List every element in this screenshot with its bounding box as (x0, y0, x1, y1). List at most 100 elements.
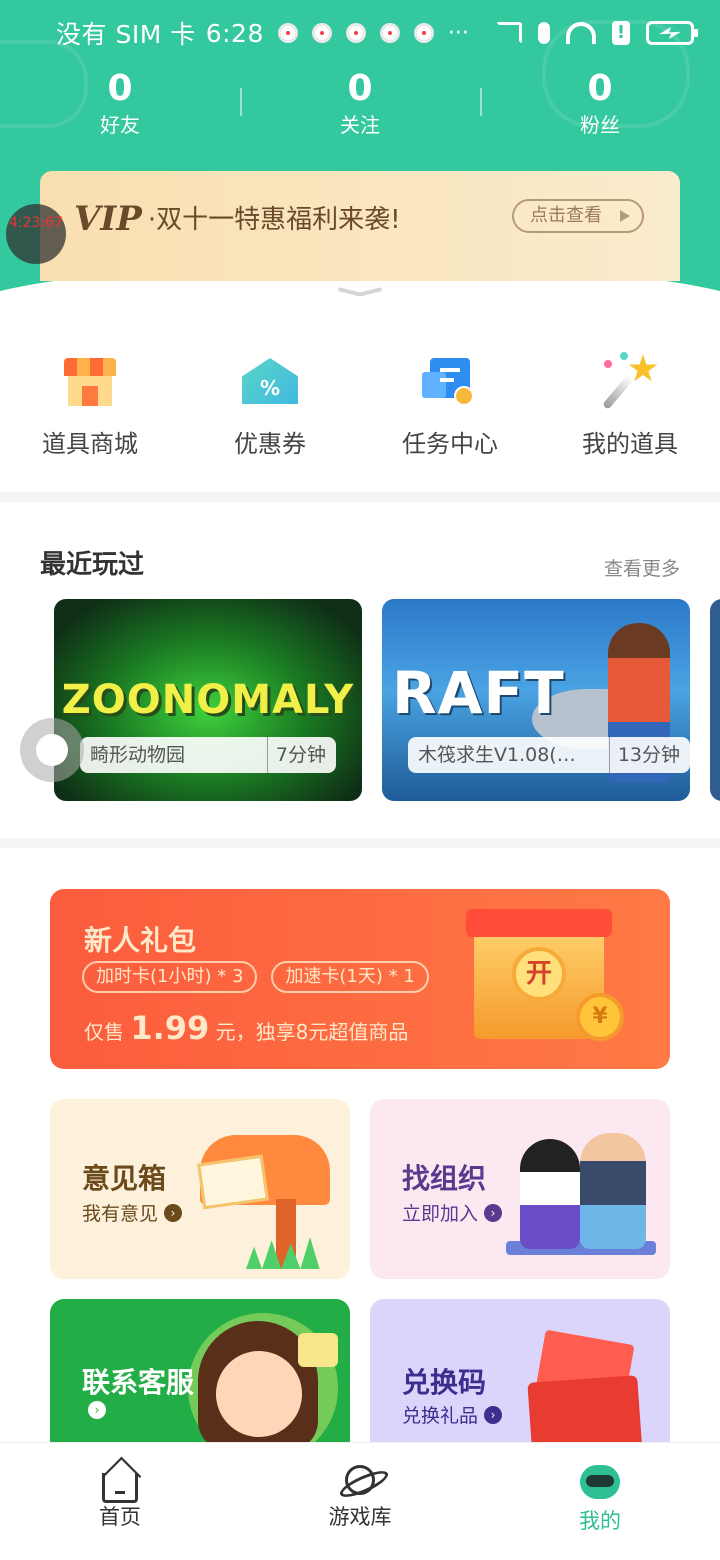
card-title: 找组织 (402, 1162, 487, 1195)
feedback-card[interactable]: 意见箱 我有意见 › (50, 1099, 350, 1279)
friends-label: 好友 (100, 113, 140, 137)
battery-charging-icon (646, 21, 698, 45)
quick-item-label: 道具商城 (42, 430, 138, 458)
more-notifications: ··· (447, 20, 469, 46)
section-divider (0, 492, 720, 502)
quick-item-my-props[interactable]: 我的道具 (540, 346, 720, 476)
nav-label: 首页 (99, 1505, 141, 1529)
find-group-card[interactable]: 找组织 立即加入 › (370, 1099, 670, 1279)
wifi-icon (566, 22, 596, 44)
nav-game-library[interactable]: 游戏库 (240, 1443, 480, 1560)
game-logo: ZOONOMALY (61, 677, 355, 723)
card-subtitle: 立即加入 › (402, 1199, 503, 1226)
pack-tags: 加时卡(1小时) * 3 加速卡(1天) * 1 (82, 961, 429, 993)
notification-icon (345, 23, 366, 43)
shop-icon (60, 350, 120, 410)
gamer-boy-art (580, 1133, 646, 1249)
quick-item-shop[interactable]: 道具商城 (0, 346, 180, 476)
clock: 6:28 (205, 18, 264, 48)
system-icons: ! (496, 21, 698, 45)
pack-price: 1.99 (130, 1009, 210, 1047)
mine-icon (580, 1465, 620, 1499)
quick-item-label: 优惠券 (234, 430, 306, 458)
arrow-right-icon: › (484, 1405, 503, 1424)
play-arrow-icon (620, 210, 630, 222)
arrow-right-icon: › (164, 1203, 183, 1222)
microphone-icon (538, 22, 550, 44)
game-name: 木筏求生V1.08(… (418, 744, 576, 766)
game-info-pill: 畸形动物园 7分钟 (80, 737, 336, 773)
vip-promo-text: ·双十一特惠福利来袭! (147, 205, 401, 235)
quick-item-coupon[interactable]: % 优惠券 (180, 346, 360, 476)
recent-played-title: 最近玩过 (40, 550, 145, 580)
game-duration: 7分钟 (266, 737, 326, 773)
coupon-icon: % (240, 350, 300, 410)
game-duration: 13分钟 (608, 737, 680, 773)
status-bar: 没有 SIM 卡 6:28 ··· ! (0, 0, 720, 66)
following-label: 关注 (340, 113, 380, 137)
section-divider (0, 838, 720, 848)
game-logo: RAFT (392, 659, 565, 727)
stat-fans[interactable]: 0 粉丝 (480, 66, 720, 146)
coin-icon: ¥ (576, 993, 624, 1041)
card-subtitle: › (82, 1401, 106, 1419)
card-title: 联系客服 (82, 1366, 195, 1399)
notification-icon (311, 23, 332, 43)
recent-game-card-partial[interactable] (710, 599, 720, 801)
game-name: 畸形动物园 (90, 744, 186, 766)
vip-banner[interactable]: VIP ·双十一特惠福利来袭! 点击查看 (40, 171, 680, 281)
quick-entries: 道具商城 % 优惠券 任务中心 我的道具 (0, 346, 720, 476)
following-count: 0 (347, 68, 373, 109)
quick-item-label: 任务中心 (402, 430, 498, 458)
pack-tag: 加速卡(1天) * 1 (271, 961, 429, 993)
home-icon (102, 1473, 138, 1503)
fans-label: 粉丝 (580, 113, 620, 137)
game-info-pill: 木筏求生V1.08(… 13分钟 (408, 737, 690, 773)
recent-game-card[interactable]: ZOONOMALY 畸形动物园 7分钟 (54, 599, 362, 801)
recent-game-card[interactable]: RAFT 木筏求生V1.08(… 13分钟 (382, 599, 690, 801)
envelope-icon (197, 1154, 269, 1210)
notification-icon (379, 23, 400, 43)
arrow-right-icon: › (484, 1203, 503, 1222)
vip-badge: VIP (74, 199, 142, 239)
chevron-down-icon[interactable] (338, 288, 382, 302)
vip-view-button[interactable]: 点击查看 (512, 199, 644, 233)
nav-label: 我的 (579, 1509, 621, 1533)
pack-price-text: 仅售 1.99 元，独享8元超值商品 (84, 1009, 409, 1047)
pack-tag: 加时卡(1小时) * 3 (82, 961, 258, 993)
nav-mine[interactable]: 我的 (480, 1443, 720, 1560)
stat-friends[interactable]: 0 好友 (0, 66, 240, 146)
floating-assist-ball[interactable] (20, 718, 84, 782)
quick-item-label: 我的道具 (582, 430, 678, 458)
chat-bubble-icon (298, 1333, 338, 1367)
nav-home[interactable]: 首页 (0, 1443, 240, 1560)
newbie-pack-banner[interactable]: 新人礼包 加时卡(1小时) * 3 加速卡(1天) * 1 仅售 1.99 元，… (50, 889, 670, 1069)
notification-icon (277, 23, 298, 43)
planet-icon (345, 1465, 375, 1495)
bottom-nav: 首页 游戏库 我的 (0, 1442, 720, 1560)
recent-more-link[interactable]: 查看更多 (604, 554, 680, 581)
card-subtitle: 兑换礼品 › (402, 1401, 503, 1428)
card-subtitle: 我有意见 › (82, 1199, 183, 1226)
open-badge: 开 (512, 947, 566, 1001)
social-stats: 0 好友 0 关注 0 粉丝 (0, 66, 720, 146)
nav-label: 游戏库 (328, 1505, 392, 1529)
stat-following[interactable]: 0 关注 (240, 66, 480, 146)
pack-title: 新人礼包 (84, 924, 197, 957)
notification-icons (277, 23, 434, 43)
alert-icon: ! (612, 21, 630, 45)
vip-view-label: 点击查看 (530, 205, 602, 226)
floating-timer[interactable]: 4:23:67 (6, 204, 66, 264)
fans-count: 0 (587, 68, 613, 109)
gamer-girl-art (520, 1139, 580, 1249)
notification-icon (413, 23, 434, 43)
cast-icon (496, 22, 522, 44)
task-center-icon (420, 350, 480, 410)
quick-item-tasks[interactable]: 任务中心 (360, 346, 540, 476)
arrow-right-icon: › (88, 1401, 106, 1419)
card-title: 兑换码 (402, 1366, 487, 1399)
carrier-text: 没有 SIM 卡 (56, 20, 196, 49)
magic-wand-icon (600, 350, 660, 410)
card-title: 意见箱 (82, 1162, 167, 1195)
friends-count: 0 (107, 68, 133, 109)
